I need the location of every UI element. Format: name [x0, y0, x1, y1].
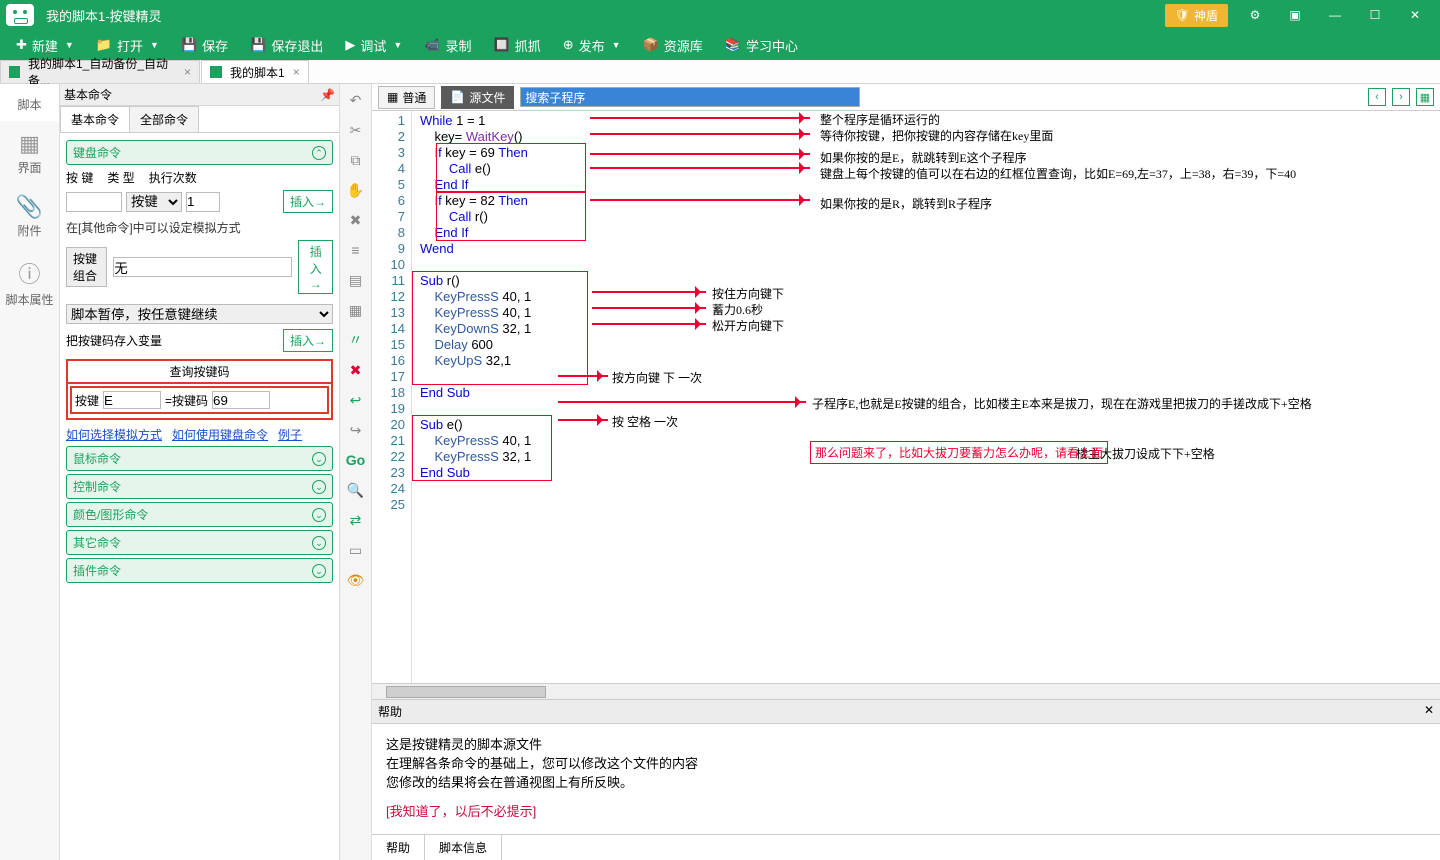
command-panel: 基本命令 📌 基本命令 全部命令 键盘命令 ⌃ 按 键 类 型 执行次数 按键 … — [60, 84, 340, 860]
toolbar-3[interactable]: 💾保存退出 — [240, 32, 333, 59]
view-source-button[interactable]: 📄 源文件 — [441, 86, 514, 109]
insert-combo-button[interactable]: 插入→ — [298, 240, 333, 294]
nav-next-icon[interactable]: › — [1392, 88, 1410, 106]
insert-key-button[interactable]: 插入→ — [283, 190, 333, 213]
editor-toolstrip: ↶ ✂ ⧉ ✋ ✖ ≡ ▤ ▦ 〃 ✖ ↩ ↪ Go 🔍 ⇄ ▭ 👁 — [340, 84, 372, 860]
restore-down-icon[interactable]: ▣ — [1282, 2, 1308, 28]
ts-cut-icon[interactable]: ✂ — [346, 120, 366, 140]
help-dismiss-link[interactable]: [我知道了，以后不必提示] — [386, 801, 1426, 820]
doc-tab-0[interactable]: 我的脚本1_自动备份_自动备...× — [0, 60, 200, 83]
document-tabbar: 我的脚本1_自动备份_自动备...×我的脚本1× — [0, 60, 1440, 84]
nav-grid-icon[interactable]: ▦ — [1416, 88, 1434, 106]
vnav-3[interactable]: ⓘ脚本属性 — [0, 247, 59, 316]
ts-redo2-icon[interactable]: ↩ — [346, 390, 366, 410]
toolbar-7[interactable]: ⊕发布▼ — [553, 32, 631, 59]
toolbar-5[interactable]: 📹录制 — [414, 32, 481, 59]
ts-copy-icon[interactable]: ⧉ — [346, 150, 366, 170]
keycode-key-input[interactable] — [103, 391, 161, 409]
acc-keyboard[interactable]: 键盘命令 ⌃ — [66, 140, 333, 165]
acc-3[interactable]: 其它命令⌄ — [66, 530, 333, 555]
link-sim-mode[interactable]: 如何选择模拟方式 — [66, 426, 162, 443]
ts-go-icon[interactable]: Go — [346, 450, 366, 470]
vnav-2[interactable]: 📎附件 — [0, 184, 59, 247]
ts-replace-icon[interactable]: ⇄ — [346, 510, 366, 530]
pause-select[interactable]: 脚本暂停，按任意键继续 — [66, 304, 333, 324]
key-input[interactable] — [66, 192, 122, 212]
type-select[interactable]: 按键 — [126, 192, 182, 212]
settings-icon[interactable]: ⚙ — [1242, 2, 1268, 28]
combo-input[interactable] — [113, 257, 292, 277]
shield-button[interactable]: 🛡 神盾 — [1165, 4, 1228, 27]
close-icon[interactable]: ✕ — [1402, 2, 1428, 28]
line-gutter: 1234567891011121314151617181920212223242… — [372, 111, 412, 683]
help-tab-help[interactable]: 帮助 — [372, 835, 425, 860]
keycode-code-output — [212, 391, 270, 409]
ts-paste-icon[interactable]: ✋ — [346, 180, 366, 200]
toolbar-4[interactable]: ▶调试▼ — [335, 32, 412, 59]
tab-close-icon[interactable]: × — [293, 65, 300, 79]
pin-icon[interactable]: 📌 — [320, 88, 335, 102]
window-title: 我的脚本1-按键精灵 — [46, 6, 162, 25]
minimize-icon[interactable]: — — [1322, 2, 1348, 28]
collapse-icon[interactable]: ⌃ — [312, 146, 326, 160]
toolbar-2[interactable]: 💾保存 — [171, 32, 238, 59]
cmd-tab-all[interactable]: 全部命令 — [129, 106, 199, 132]
times-input[interactable] — [186, 192, 220, 212]
ts-undo-icon[interactable]: ↶ — [346, 90, 366, 110]
acc-2[interactable]: 颜色/图形命令⌄ — [66, 502, 333, 527]
ts-comment-icon[interactable]: 〃 — [346, 330, 366, 350]
acc-0[interactable]: 鼠标命令⌄ — [66, 446, 333, 471]
horizontal-scrollbar[interactable] — [372, 683, 1440, 699]
vnav-1[interactable]: ▦界面 — [0, 121, 59, 184]
app-logo — [6, 4, 34, 26]
ts-tool2-icon[interactable]: ▤ — [346, 270, 366, 290]
vnav-0[interactable]: 脚本 — [0, 84, 59, 121]
ts-eye-icon[interactable]: 👁 — [346, 570, 366, 590]
link-keyboard-help[interactable]: 如何使用键盘命令 — [172, 426, 268, 443]
maximize-icon[interactable]: ☐ — [1362, 2, 1388, 28]
cmd-tab-basic[interactable]: 基本命令 — [60, 106, 130, 132]
search-sub-input[interactable] — [520, 87, 860, 107]
toolbar-8[interactable]: 📦资源库 — [633, 32, 713, 59]
toolbar-6[interactable]: 🔲抓抓 — [484, 32, 551, 59]
link-example[interactable]: 例子 — [278, 426, 302, 443]
toolbar-9[interactable]: 📚学习中心 — [715, 32, 808, 59]
help-title: 帮助 — [378, 703, 402, 720]
ts-bookmark-icon[interactable]: ▭ — [346, 540, 366, 560]
view-normal-button[interactable]: ▦ 普通 — [378, 86, 435, 109]
nav-prev-icon[interactable]: ‹ — [1368, 88, 1386, 106]
ts-uncomment-icon[interactable]: ✖ — [346, 360, 366, 380]
acc-1[interactable]: 控制命令⌄ — [66, 474, 333, 499]
code-editor[interactable]: While 1 = 1 key= WaitKey() If key = 69 T… — [412, 111, 1440, 683]
ts-find-icon[interactable]: 🔍 — [346, 480, 366, 500]
command-panel-title: 基本命令 — [64, 86, 112, 103]
ts-redo3-icon[interactable]: ↪ — [346, 420, 366, 440]
help-close-icon[interactable]: ✕ — [1424, 703, 1434, 720]
ts-delete-icon[interactable]: ✖ — [346, 210, 366, 230]
help-tab-info[interactable]: 脚本信息 — [425, 835, 502, 860]
insert-pause-button[interactable]: 插入→ — [283, 329, 333, 352]
side-vertical-nav: 脚本▦界面📎附件ⓘ脚本属性 — [0, 84, 60, 860]
main-toolbar: ✚新建▼📁打开▼💾保存💾保存退出▶调试▼📹录制🔲抓抓⊕发布▼📦资源库📚学习中心 — [0, 30, 1440, 60]
tab-close-icon[interactable]: × — [184, 65, 191, 79]
ts-tool1-icon[interactable]: ≡ — [346, 240, 366, 260]
doc-tab-1[interactable]: 我的脚本1× — [201, 60, 309, 83]
acc-4[interactable]: 插件命令⌄ — [66, 558, 333, 583]
ts-tool3-icon[interactable]: ▦ — [346, 300, 366, 320]
